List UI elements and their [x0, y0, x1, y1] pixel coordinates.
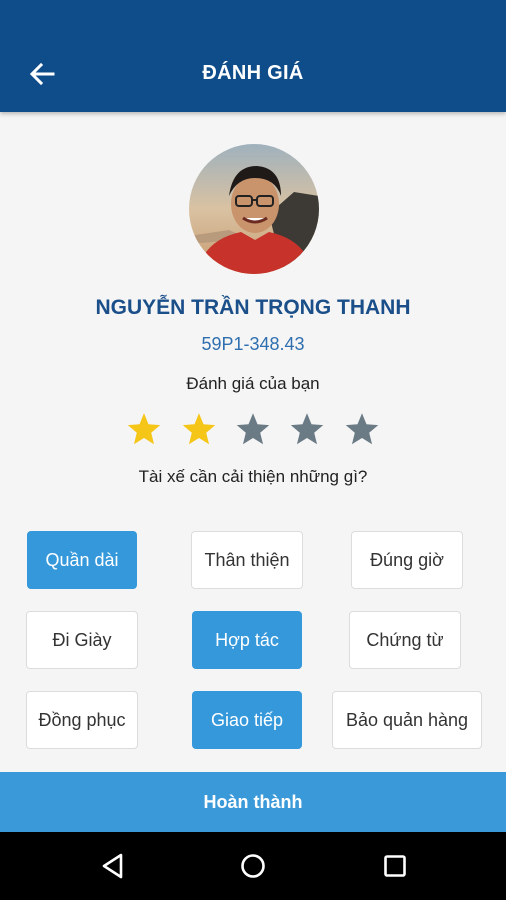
star-icon[interactable] — [228, 404, 278, 454]
nav-home-button[interactable] — [231, 844, 275, 888]
driver-name: NGUYỄN TRẦN TRỌNG THANH — [95, 296, 411, 319]
chip-hop-tac[interactable]: Hợp tác — [192, 611, 302, 669]
star-icon[interactable] — [174, 404, 224, 454]
chip-dong-phuc[interactable]: Đồng phục — [26, 691, 138, 749]
chip-di-giay[interactable]: Đi Giày — [26, 611, 138, 669]
star-icon[interactable] — [119, 404, 169, 454]
rating-label: Đánh giá của bạn — [186, 374, 320, 393]
chip-giao-tiep[interactable]: Giao tiếp — [192, 691, 302, 749]
system-navigation-bar — [0, 832, 506, 900]
nav-back-button[interactable] — [91, 844, 135, 888]
driver-avatar — [189, 144, 319, 274]
chip-dung-gio[interactable]: Đúng giờ — [351, 531, 463, 589]
improvement-question: Tài xế cần cải thiện những gì? — [138, 467, 368, 486]
star-icon[interactable] — [337, 404, 387, 454]
chip-quan-dai[interactable]: Quần dài — [27, 531, 137, 589]
star-icon[interactable] — [282, 404, 332, 454]
nav-back-triangle-icon — [102, 853, 123, 879]
page-title: ĐÁNH GIÁ — [202, 62, 304, 84]
app-bar: ĐÁNH GIÁ — [0, 0, 506, 112]
nav-recents-square-icon — [384, 855, 406, 877]
nav-recents-button[interactable] — [373, 844, 417, 888]
complete-button[interactable]: Hoàn thành — [0, 772, 506, 832]
chip-bao-quan-hang[interactable]: Bảo quản hàng — [332, 691, 482, 749]
star-rating — [0, 404, 506, 454]
chip-chung-tu[interactable]: Chứng từ — [349, 611, 461, 669]
nav-home-circle-icon — [241, 854, 265, 878]
license-plate: 59P1-348.43 — [201, 334, 305, 354]
chip-than-thien[interactable]: Thân thiện — [191, 531, 303, 589]
